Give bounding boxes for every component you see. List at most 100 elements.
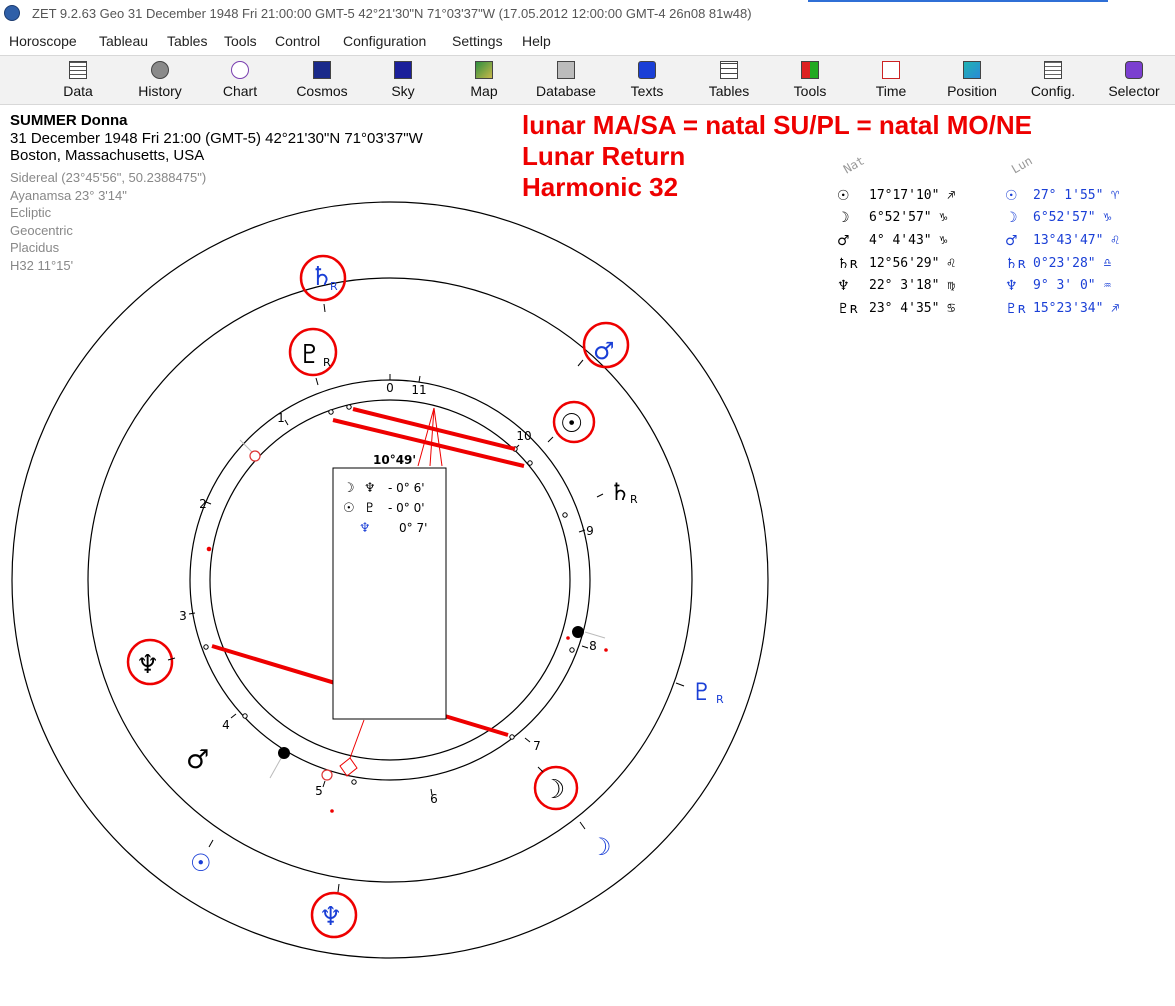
sun-icon: ☉: [1005, 188, 1018, 204]
house-tick: [284, 419, 289, 426]
neptune-icon: ♆: [319, 902, 342, 932]
title-accent-line: [808, 0, 1108, 2]
tools-button-label: Tools: [793, 83, 827, 99]
texts-button[interactable]: Texts: [607, 56, 687, 104]
menu-control[interactable]: Control: [275, 33, 320, 49]
retrograde-label: R: [716, 693, 724, 706]
pluto-icon: ♇: [364, 501, 376, 516]
menu-help[interactable]: Help: [522, 33, 551, 49]
lunar-position: 15°23'34" ♐: [1033, 301, 1120, 316]
planet-marker: [346, 404, 352, 410]
cosmos-button[interactable]: Cosmos: [282, 56, 362, 104]
position-icon: [963, 61, 981, 79]
house-number: 2: [199, 497, 207, 511]
data-grid-icon: [69, 61, 87, 79]
texts-icon: [638, 61, 656, 79]
planet-tick: [596, 493, 604, 498]
red-dot: [330, 809, 334, 813]
lunar-position: 13°43'47" ♌: [1033, 233, 1120, 248]
cosmos-button-label: Cosmos: [296, 83, 348, 99]
house-number: 7: [533, 739, 541, 753]
house-number: 6: [430, 792, 438, 806]
planet-marker: [569, 647, 575, 653]
config-button[interactable]: Config.: [1013, 56, 1093, 104]
menu-tables[interactable]: Tables: [167, 33, 207, 49]
selector-button-label: Selector: [1108, 83, 1160, 99]
menu-configuration[interactable]: Configuration: [343, 33, 426, 49]
moon-icon: ☽: [1005, 210, 1018, 226]
mars-icon: ♂: [186, 745, 209, 775]
planet-tick: [337, 883, 340, 893]
moon-icon: ☽: [343, 481, 355, 496]
position-button-label: Position: [947, 83, 997, 99]
planet-marker: [203, 644, 209, 650]
planet-positions-table: Nat Lun ☉ 17°17'10" ♐ ☉ 27° 1'55" ♈ ☽ 6°…: [835, 150, 1155, 330]
lunar-position: 6°52'57" ♑: [1033, 210, 1112, 225]
title-bar: ZET 9.2.63 Geo 31 December 1948 Fri 21:0…: [0, 0, 1175, 30]
data-button[interactable]: Data: [38, 56, 118, 104]
sky-button[interactable]: Sky: [363, 56, 443, 104]
planet-marker: [328, 409, 334, 415]
tools-button[interactable]: Tools: [770, 56, 850, 104]
time-icon: [882, 61, 900, 79]
neptune-icon: ♆: [359, 521, 371, 536]
database-button-label: Database: [536, 83, 596, 99]
planet-marker: [562, 512, 568, 518]
config-icon: [1044, 61, 1062, 79]
red-dot: [604, 648, 608, 652]
texts-button-label: Texts: [630, 83, 664, 99]
sun-icon: ☉: [560, 409, 583, 439]
house-number: 4: [222, 718, 230, 732]
black-dot-marker: [278, 747, 290, 759]
sky-button-label: Sky: [391, 83, 415, 99]
house-tick: [322, 780, 326, 788]
saturn-icon: ♄ʀ: [1005, 256, 1026, 272]
house-number: 1: [277, 411, 285, 425]
menu-bar: Horoscope Tableau Tables Tools Control C…: [0, 31, 1175, 53]
red-dot: [206, 546, 212, 552]
house-number: 5: [315, 784, 323, 798]
sun-icon: ☉: [343, 501, 355, 516]
chart-button[interactable]: Chart: [200, 56, 280, 104]
planet-tick: [537, 766, 544, 773]
house-tick: [188, 612, 196, 615]
database-button[interactable]: Database: [526, 56, 606, 104]
house-tick: [524, 737, 531, 743]
house-number: 11: [411, 383, 426, 397]
tools-icon: [801, 61, 819, 79]
position-row: ♄ʀ 12°56'29" ♌ ♄ʀ 0°23'28" ♎: [835, 256, 1155, 278]
menu-tableau[interactable]: Tableau: [99, 33, 148, 49]
selector-button[interactable]: Selector: [1094, 56, 1174, 104]
midpoint-angle-label: 10°49': [373, 453, 416, 467]
history-button[interactable]: History: [120, 56, 200, 104]
planet-tick: [577, 359, 584, 367]
tables-icon: [720, 61, 738, 79]
red-arrow-up: [417, 407, 443, 467]
lunar-position: 0°23'28" ♎: [1033, 256, 1112, 271]
tables-button[interactable]: Tables: [689, 56, 769, 104]
moon-icon: ☽: [590, 833, 612, 861]
map-button[interactable]: Map: [444, 56, 524, 104]
position-row: ☉ 17°17'10" ♐ ☉ 27° 1'55" ♈: [835, 188, 1155, 210]
harmonic-chart-wheel[interactable]: 0 11 10 9 8 7 6 5 4 3 2 1 10°49' ☽ ♆ - 0…: [0, 105, 880, 1005]
menu-tools[interactable]: Tools: [224, 33, 257, 49]
planet-marker: [351, 779, 357, 785]
menu-settings[interactable]: Settings: [452, 33, 503, 49]
retrograde-label: R: [323, 356, 331, 369]
aspect-orb: - 0° 6': [388, 481, 425, 495]
time-button[interactable]: Time: [851, 56, 931, 104]
data-button-label: Data: [63, 83, 93, 99]
config-button-label: Config.: [1030, 83, 1076, 99]
aspect-orb: - 0° 0': [388, 501, 425, 515]
planet-marker: [509, 734, 515, 740]
time-button-label: Time: [875, 83, 907, 99]
black-dot-marker: [572, 626, 584, 638]
planet-tick: [675, 682, 685, 687]
position-button[interactable]: Position: [932, 56, 1012, 104]
aspect-orb: 0° 7': [399, 521, 427, 535]
mars-icon: ♂: [1005, 233, 1018, 249]
menu-horoscope[interactable]: Horoscope: [9, 33, 77, 49]
chart-wheel-icon: [231, 61, 249, 79]
position-row: ☽ 6°52'57" ♑ ☽ 6°52'57" ♑: [835, 210, 1155, 232]
red-dot: [566, 636, 570, 640]
